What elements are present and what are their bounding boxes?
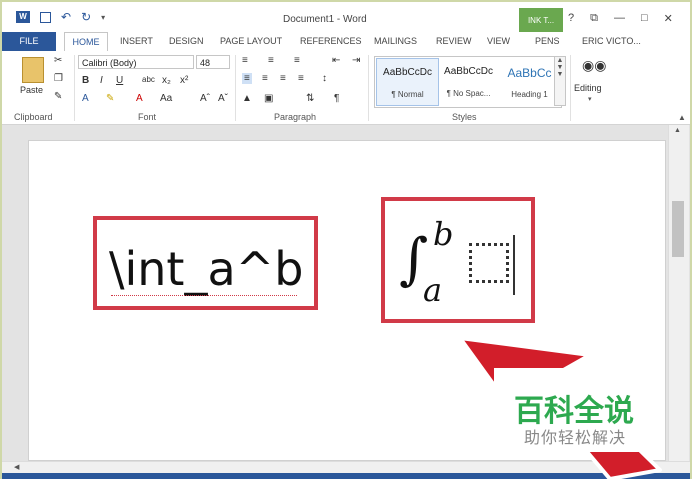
subscript-icon[interactable]: x₂ <box>162 75 171 86</box>
ribbon: Paste ✂ ❐ ✎ Clipboard Calibri (Body) 48 … <box>2 51 690 125</box>
integral-lower-limit[interactable]: a <box>423 271 442 309</box>
editing-chevron-icon[interactable]: ▾ <box>588 95 592 103</box>
user-account[interactable]: ERIC VICTO... <box>582 32 641 51</box>
scroll-left-icon[interactable]: ◀ <box>14 463 19 471</box>
highlight-icon[interactable]: ✎ <box>106 93 114 104</box>
cut-icon[interactable]: ✂ <box>54 55 62 66</box>
align-center-icon[interactable]: ≡ <box>262 73 268 84</box>
styles-scroll[interactable]: ▲ ▼ ▼ <box>554 56 566 106</box>
increase-indent-icon[interactable]: ⇥ <box>352 55 360 66</box>
tab-page-layout[interactable]: PAGE LAYOUT <box>220 32 282 51</box>
paste-icon[interactable] <box>22 57 44 83</box>
undo-icon[interactable]: ↶ <box>61 10 71 24</box>
watermark: 百科全说 助你轻松解决 <box>494 368 664 452</box>
styles-gallery: AaBbCcDc ¶ Normal AaBbCcDc ¶ No Spac... … <box>374 56 562 108</box>
superscript-icon[interactable]: x² <box>180 75 188 86</box>
text-effects-icon[interactable]: A <box>82 93 89 104</box>
tab-references[interactable]: REFERENCES <box>300 32 362 51</box>
show-marks-icon[interactable]: ¶ <box>334 93 339 104</box>
save-icon[interactable] <box>40 11 51 23</box>
font-color-icon[interactable]: A <box>136 93 143 104</box>
font-size-select[interactable]: 48 <box>196 55 230 69</box>
tab-view[interactable]: VIEW <box>487 32 510 51</box>
tab-home[interactable]: HOME <box>64 32 108 52</box>
grow-font-icon[interactable]: Aˆ <box>200 93 210 104</box>
numbering-icon[interactable]: ≡ <box>268 55 274 66</box>
collapse-ribbon-icon[interactable]: ▲ <box>678 113 686 122</box>
tab-insert[interactable]: INSERT <box>120 32 153 51</box>
vertical-scrollbar[interactable]: ▲ <box>668 125 689 461</box>
underline-icon[interactable]: U <box>116 75 123 86</box>
maximize-button[interactable]: □ <box>641 12 648 25</box>
scroll-up-icon[interactable]: ▲ <box>674 127 681 134</box>
align-right-icon[interactable]: ≡ <box>280 73 286 84</box>
decrease-indent-icon[interactable]: ⇤ <box>332 55 340 66</box>
help-button[interactable]: ? <box>568 12 574 25</box>
multilevel-list-icon[interactable]: ≡ <box>294 55 300 66</box>
watermark-subtitle: 助你轻松解决 <box>524 430 627 447</box>
align-left-icon[interactable]: ≡ <box>242 73 252 84</box>
rendered-equation-highlight: ∫ b a <box>381 197 535 323</box>
editing-button[interactable]: Editing <box>574 83 602 93</box>
paste-button[interactable]: Paste <box>20 85 43 95</box>
tab-file[interactable]: FILE <box>2 32 56 51</box>
close-button[interactable]: ✕ <box>664 12 673 25</box>
group-label-styles: Styles <box>452 112 477 122</box>
group-label-clipboard: Clipboard <box>14 112 53 122</box>
minimize-button[interactable]: — <box>614 12 625 25</box>
customize-qat-icon[interactable]: ▾ <box>101 13 105 22</box>
tab-review[interactable]: REVIEW <box>436 32 472 51</box>
shrink-font-icon[interactable]: Aˇ <box>218 93 228 104</box>
bullets-icon[interactable]: ≡ <box>242 55 248 66</box>
binoculars-icon[interactable]: ◉◉ <box>582 57 606 74</box>
spelling-squiggle <box>111 292 297 296</box>
tab-pens[interactable]: PENS <box>535 32 560 51</box>
word-logo-icon: W <box>16 11 30 23</box>
linear-equation-text[interactable]: \int_a^b <box>109 242 303 296</box>
bold-icon[interactable]: B <box>82 75 89 86</box>
style-normal[interactable]: AaBbCcDc ¶ Normal <box>376 58 439 106</box>
justify-icon[interactable]: ≡ <box>298 73 304 84</box>
group-label-paragraph: Paragraph <box>274 112 317 122</box>
copy-icon[interactable]: ❐ <box>54 73 63 84</box>
format-painter-icon[interactable]: ✎ <box>54 91 62 102</box>
ink-tools-tab[interactable]: INK T... <box>519 8 563 34</box>
integrand-placeholder[interactable] <box>469 243 509 283</box>
italic-icon[interactable]: I <box>100 75 103 86</box>
integral-upper-limit[interactable]: b <box>433 215 453 253</box>
font-family-select[interactable]: Calibri (Body) <box>78 55 194 69</box>
window-title: Document1 - Word <box>283 14 367 25</box>
tab-design[interactable]: DESIGN <box>169 32 204 51</box>
style-heading-1[interactable]: AaBbCc Heading 1 <box>499 58 560 104</box>
status-bar <box>2 473 690 479</box>
borders-icon[interactable]: ▣ <box>264 93 273 104</box>
window-controls: ? ⧉ — □ ✕ <box>568 12 673 25</box>
text-cursor <box>513 235 515 295</box>
vertical-scroll-thumb[interactable] <box>672 201 684 257</box>
ribbon-display-button[interactable]: ⧉ <box>590 12 598 25</box>
style-no-spacing[interactable]: AaBbCcDc ¶ No Spac... <box>438 58 499 104</box>
linear-equation-highlight: \int_a^b <box>93 216 318 310</box>
ribbon-tabs: FILE HOME INSERT DESIGN PAGE LAYOUT REFE… <box>2 32 690 52</box>
tab-mailings[interactable]: MAILINGS <box>374 32 417 51</box>
quick-access-toolbar: W ↶ ↻ ▾ <box>16 10 105 24</box>
group-label-font: Font <box>138 112 157 122</box>
sort-icon[interactable]: ⇅ <box>306 93 314 104</box>
line-spacing-icon[interactable]: ↕ <box>322 73 327 84</box>
change-case-icon[interactable]: Aa <box>160 93 172 104</box>
redo-icon[interactable]: ↻ <box>81 10 91 24</box>
shading-icon[interactable]: ▲ <box>242 93 252 104</box>
title-bar: W ↶ ↻ ▾ Document1 - Word INK T... ? ⧉ — … <box>2 2 690 34</box>
strikethrough-icon[interactable]: abc <box>142 75 155 84</box>
